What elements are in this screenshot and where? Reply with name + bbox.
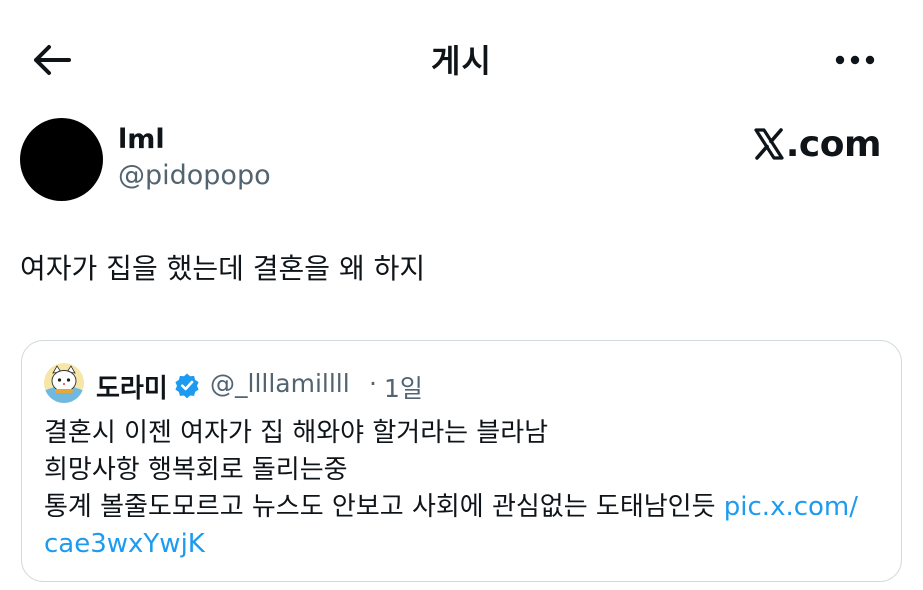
more-options-button[interactable] bbox=[833, 40, 877, 80]
quote-author-avatar[interactable] bbox=[44, 363, 84, 403]
x-logo-text: .com bbox=[785, 123, 882, 165]
cat-character-avatar-icon bbox=[44, 363, 84, 403]
verified-badge bbox=[174, 372, 200, 399]
quoted-post[interactable]: 도라미 @_llllamillll · 1일 결혼시 이젠 여자가 집 해와야 … bbox=[21, 340, 902, 582]
x-com-logo: .com bbox=[754, 122, 882, 166]
top-bar: 게시 bbox=[0, 0, 923, 120]
verified-badge-icon bbox=[175, 373, 199, 399]
author-handle[interactable]: @pidopopo bbox=[118, 160, 271, 191]
page-title: 게시 bbox=[431, 42, 492, 80]
quote-timestamp[interactable]: 1일 bbox=[384, 369, 423, 405]
more-horizontal-icon bbox=[835, 55, 875, 65]
quote-author-name[interactable]: 도라미 bbox=[96, 368, 168, 405]
quote-text: 결혼시 이젠 여자가 집 해와야 할거라는 블라남 희망사항 행복회로 돌리는중… bbox=[44, 415, 884, 563]
quote-line: 결혼시 이젠 여자가 집 해와야 할거라는 블라남 bbox=[44, 418, 549, 448]
quote-line: 통계 볼줄도모르고 뉴스도 안보고 사회에 관심없는 도태남인듯 pic.x.c… bbox=[44, 489, 884, 526]
author-avatar[interactable] bbox=[20, 118, 103, 201]
quote-line-text: 통계 볼줄도모르고 뉴스도 안보고 사회에 관심없는 도태남인듯 bbox=[44, 492, 724, 522]
media-link-continued[interactable]: cae3wxYwjK bbox=[44, 526, 884, 563]
post-detail-page: 게시 lml @pidopopo .com 여자가 집을 했는데 결혼을 왜 하… bbox=[0, 0, 923, 590]
separator-dot: · bbox=[369, 369, 377, 398]
post-text: 여자가 집을 했는데 결혼을 왜 하지 bbox=[20, 252, 426, 285]
quote-line: 희망사항 행복회로 돌리는중 bbox=[44, 455, 348, 485]
quote-author-handle[interactable]: @_llllamillll bbox=[210, 369, 350, 398]
media-link[interactable]: pic.x.com/ bbox=[724, 492, 858, 522]
x-logo-icon bbox=[754, 128, 784, 160]
author-name[interactable]: lml bbox=[118, 124, 165, 155]
